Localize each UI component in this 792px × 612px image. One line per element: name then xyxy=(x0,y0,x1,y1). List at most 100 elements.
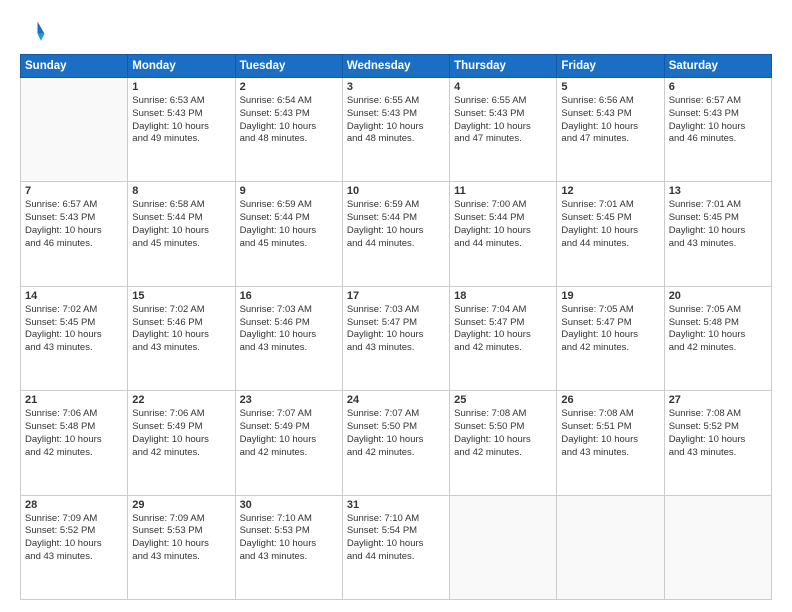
calendar-cell: 4 Sunrise: 6:55 AMSunset: 5:43 PMDaylight… xyxy=(450,78,557,182)
day-number: 23 xyxy=(240,394,338,406)
day-number: 20 xyxy=(669,290,767,302)
day-number: 6 xyxy=(669,81,767,93)
calendar-cell: 19 Sunrise: 7:05 AMSunset: 5:47 PMDayligh… xyxy=(557,286,664,390)
day-info: Sunrise: 7:00 AMSunset: 5:44 PMDaylight:… xyxy=(454,199,552,250)
day-info: Sunrise: 7:03 AMSunset: 5:47 PMDaylight:… xyxy=(347,304,445,355)
header xyxy=(20,18,772,46)
day-number: 13 xyxy=(669,185,767,197)
calendar-cell xyxy=(664,495,771,599)
weekday-header-saturday: Saturday xyxy=(664,55,771,78)
week-row-3: 21 Sunrise: 7:06 AMSunset: 5:48 PMDayligh… xyxy=(21,391,772,495)
calendar-cell: 26 Sunrise: 7:08 AMSunset: 5:51 PMDayligh… xyxy=(557,391,664,495)
day-info: Sunrise: 7:07 AMSunset: 5:50 PMDaylight:… xyxy=(347,408,445,459)
logo xyxy=(20,18,52,46)
day-number: 4 xyxy=(454,81,552,93)
day-info: Sunrise: 6:57 AMSunset: 5:43 PMDaylight:… xyxy=(669,95,767,146)
day-info: Sunrise: 6:59 AMSunset: 5:44 PMDaylight:… xyxy=(240,199,338,250)
day-info: Sunrise: 7:02 AMSunset: 5:46 PMDaylight:… xyxy=(132,304,230,355)
calendar-cell: 1 Sunrise: 6:53 AMSunset: 5:43 PMDaylight… xyxy=(128,78,235,182)
day-number: 18 xyxy=(454,290,552,302)
week-row-2: 14Sunrise: 7:02 AMSunset: 5:45 PMDayligh… xyxy=(21,286,772,390)
day-number: 22 xyxy=(132,394,230,406)
logo-icon xyxy=(20,18,48,46)
day-number: 26 xyxy=(561,394,659,406)
day-number: 25 xyxy=(454,394,552,406)
week-row-4: 28Sunrise: 7:09 AMSunset: 5:52 PMDayligh… xyxy=(21,495,772,599)
day-number: 1 xyxy=(132,81,230,93)
day-info: Sunrise: 7:05 AMSunset: 5:48 PMDaylight:… xyxy=(669,304,767,355)
calendar-cell: 3 Sunrise: 6:55 AMSunset: 5:43 PMDaylight… xyxy=(342,78,449,182)
day-number: 31 xyxy=(347,499,445,511)
weekday-header-monday: Monday xyxy=(128,55,235,78)
calendar-cell: 9 Sunrise: 6:59 AMSunset: 5:44 PMDaylight… xyxy=(235,182,342,286)
day-info: Sunrise: 7:10 AMSunset: 5:54 PMDaylight:… xyxy=(347,513,445,564)
weekday-header-friday: Friday xyxy=(557,55,664,78)
calendar-cell: 23 Sunrise: 7:07 AMSunset: 5:49 PMDayligh… xyxy=(235,391,342,495)
day-info: Sunrise: 6:54 AMSunset: 5:43 PMDaylight:… xyxy=(240,95,338,146)
calendar-cell: 2 Sunrise: 6:54 AMSunset: 5:43 PMDaylight… xyxy=(235,78,342,182)
day-number: 21 xyxy=(25,394,123,406)
day-number: 16 xyxy=(240,290,338,302)
day-info: Sunrise: 6:55 AMSunset: 5:43 PMDaylight:… xyxy=(454,95,552,146)
calendar-cell: 21 Sunrise: 7:06 AMSunset: 5:48 PMDayligh… xyxy=(21,391,128,495)
calendar-table: SundayMondayTuesdayWednesdayThursdayFrid… xyxy=(20,54,772,600)
day-number: 19 xyxy=(561,290,659,302)
day-number: 27 xyxy=(669,394,767,406)
day-info: Sunrise: 7:08 AMSunset: 5:51 PMDaylight:… xyxy=(561,408,659,459)
day-info: Sunrise: 6:58 AMSunset: 5:44 PMDaylight:… xyxy=(132,199,230,250)
weekday-header-tuesday: Tuesday xyxy=(235,55,342,78)
calendar-cell: 6 Sunrise: 6:57 AMSunset: 5:43 PMDaylight… xyxy=(664,78,771,182)
calendar-cell: 15 Sunrise: 7:02 AMSunset: 5:46 PMDayligh… xyxy=(128,286,235,390)
calendar-cell: 5 Sunrise: 6:56 AMSunset: 5:43 PMDaylight… xyxy=(557,78,664,182)
week-row-0: 1 Sunrise: 6:53 AMSunset: 5:43 PMDaylight… xyxy=(21,78,772,182)
day-number: 14 xyxy=(25,290,123,302)
page: SundayMondayTuesdayWednesdayThursdayFrid… xyxy=(0,0,792,612)
calendar-cell: 27Sunrise: 7:08 AMSunset: 5:52 PMDayligh… xyxy=(664,391,771,495)
calendar-cell: 16 Sunrise: 7:03 AMSunset: 5:46 PMDayligh… xyxy=(235,286,342,390)
day-number: 7 xyxy=(25,185,123,197)
day-info: Sunrise: 6:59 AMSunset: 5:44 PMDaylight:… xyxy=(347,199,445,250)
day-number: 11 xyxy=(454,185,552,197)
weekday-header-thursday: Thursday xyxy=(450,55,557,78)
day-info: Sunrise: 6:56 AMSunset: 5:43 PMDaylight:… xyxy=(561,95,659,146)
day-number: 5 xyxy=(561,81,659,93)
day-info: Sunrise: 7:01 AMSunset: 5:45 PMDaylight:… xyxy=(561,199,659,250)
day-info: Sunrise: 6:53 AMSunset: 5:43 PMDaylight:… xyxy=(132,95,230,146)
day-info: Sunrise: 7:06 AMSunset: 5:49 PMDaylight:… xyxy=(132,408,230,459)
calendar-cell: 29Sunrise: 7:09 AMSunset: 5:53 PMDayligh… xyxy=(128,495,235,599)
day-info: Sunrise: 7:01 AMSunset: 5:45 PMDaylight:… xyxy=(669,199,767,250)
day-info: Sunrise: 7:10 AMSunset: 5:53 PMDaylight:… xyxy=(240,513,338,564)
calendar-cell: 8 Sunrise: 6:58 AMSunset: 5:44 PMDaylight… xyxy=(128,182,235,286)
calendar-cell: 10 Sunrise: 6:59 AMSunset: 5:44 PMDayligh… xyxy=(342,182,449,286)
day-info: Sunrise: 7:07 AMSunset: 5:49 PMDaylight:… xyxy=(240,408,338,459)
day-number: 9 xyxy=(240,185,338,197)
day-number: 15 xyxy=(132,290,230,302)
weekday-header-wednesday: Wednesday xyxy=(342,55,449,78)
calendar-cell: 7 Sunrise: 6:57 AMSunset: 5:43 PMDaylight… xyxy=(21,182,128,286)
day-number: 2 xyxy=(240,81,338,93)
day-number: 24 xyxy=(347,394,445,406)
day-number: 8 xyxy=(132,185,230,197)
weekday-header-row: SundayMondayTuesdayWednesdayThursdayFrid… xyxy=(21,55,772,78)
weekday-header-sunday: Sunday xyxy=(21,55,128,78)
day-info: Sunrise: 7:04 AMSunset: 5:47 PMDaylight:… xyxy=(454,304,552,355)
day-number: 3 xyxy=(347,81,445,93)
day-number: 12 xyxy=(561,185,659,197)
calendar-cell xyxy=(450,495,557,599)
day-info: Sunrise: 7:08 AMSunset: 5:50 PMDaylight:… xyxy=(454,408,552,459)
day-info: Sunrise: 7:05 AMSunset: 5:47 PMDaylight:… xyxy=(561,304,659,355)
calendar-cell: 25 Sunrise: 7:08 AMSunset: 5:50 PMDayligh… xyxy=(450,391,557,495)
calendar-cell: 12 Sunrise: 7:01 AMSunset: 5:45 PMDayligh… xyxy=(557,182,664,286)
day-info: Sunrise: 7:09 AMSunset: 5:53 PMDaylight:… xyxy=(132,513,230,564)
week-row-1: 7 Sunrise: 6:57 AMSunset: 5:43 PMDaylight… xyxy=(21,182,772,286)
day-number: 10 xyxy=(347,185,445,197)
day-info: Sunrise: 6:55 AMSunset: 5:43 PMDaylight:… xyxy=(347,95,445,146)
day-info: Sunrise: 7:03 AMSunset: 5:46 PMDaylight:… xyxy=(240,304,338,355)
calendar-cell: 11 Sunrise: 7:00 AMSunset: 5:44 PMDayligh… xyxy=(450,182,557,286)
calendar-cell: 18 Sunrise: 7:04 AMSunset: 5:47 PMDayligh… xyxy=(450,286,557,390)
day-number: 28 xyxy=(25,499,123,511)
day-info: Sunrise: 7:06 AMSunset: 5:48 PMDaylight:… xyxy=(25,408,123,459)
day-info: Sunrise: 6:57 AMSunset: 5:43 PMDaylight:… xyxy=(25,199,123,250)
calendar-cell: 20 Sunrise: 7:05 AMSunset: 5:48 PMDayligh… xyxy=(664,286,771,390)
calendar-cell: 24 Sunrise: 7:07 AMSunset: 5:50 PMDayligh… xyxy=(342,391,449,495)
